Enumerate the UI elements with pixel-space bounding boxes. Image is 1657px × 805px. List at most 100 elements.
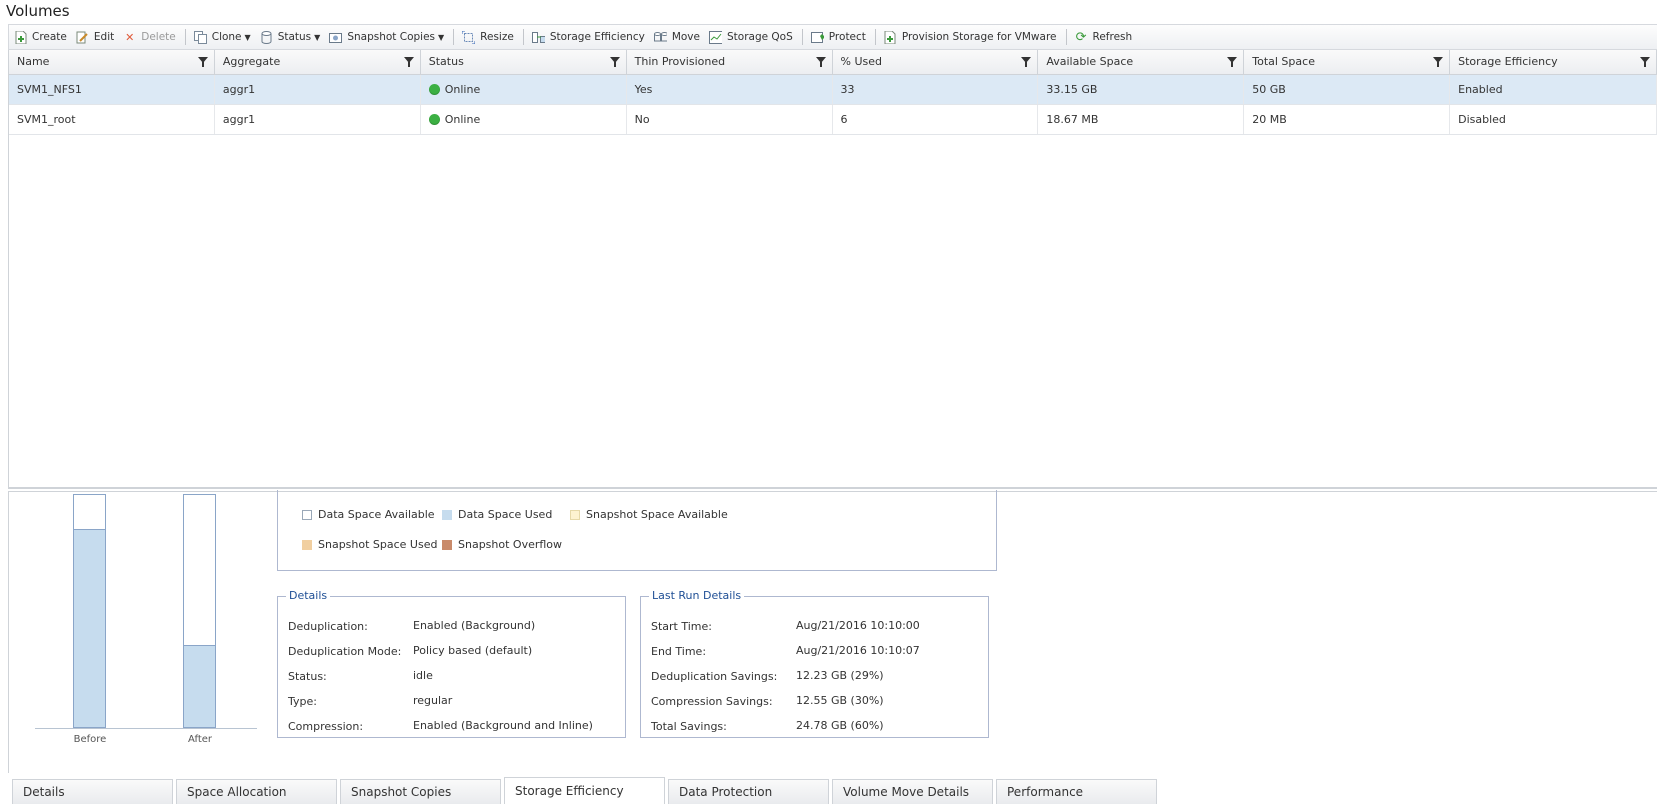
provision-vmware-button[interactable]: Provision Storage for VMware xyxy=(884,27,1057,47)
clone-button[interactable]: Clone ▼ xyxy=(193,27,251,47)
cell-name: SVM1_NFS1 xyxy=(9,75,215,104)
tab-details[interactable]: Details xyxy=(12,779,173,804)
swatch-ssa xyxy=(570,509,580,520)
tab-data-protection[interactable]: Data Protection xyxy=(668,779,829,804)
cell-percent-used: 6 xyxy=(833,105,1039,134)
provision-icon xyxy=(884,30,897,44)
space-legend: Data Space Available Data Space Used Sna… xyxy=(277,490,997,571)
swatch-dsu xyxy=(442,509,452,520)
col-header-thin-provisioned[interactable]: Thin Provisioned xyxy=(627,50,833,74)
cell-total-space: 50 GB xyxy=(1244,75,1451,104)
cell-aggregate: aggr1 xyxy=(215,105,421,134)
swatch-so xyxy=(442,539,452,550)
legend-snapshot-space-used: Snapshot Space Used xyxy=(302,538,437,551)
edit-icon xyxy=(76,31,89,44)
col-header-aggregate[interactable]: Aggregate xyxy=(215,50,421,74)
after-used-fill xyxy=(184,644,215,727)
legend-snapshot-space-available: Snapshot Space Available xyxy=(570,508,728,521)
filter-icon[interactable] xyxy=(197,57,208,67)
refresh-icon: ⟳ xyxy=(1075,29,1087,45)
move-button[interactable]: Move xyxy=(653,27,700,47)
move-icon xyxy=(653,31,667,44)
storage-efficiency-button[interactable]: Storage Efficiency xyxy=(531,27,645,47)
after-label: After xyxy=(187,734,212,745)
cell-storage-efficiency: Enabled xyxy=(1450,75,1657,104)
cell-storage-efficiency: Disabled xyxy=(1450,105,1657,134)
filter-icon[interactable] xyxy=(1021,57,1032,67)
storage-qos-icon xyxy=(709,30,722,44)
create-button[interactable]: Create xyxy=(14,27,67,47)
cell-aggregate: aggr1 xyxy=(215,75,421,104)
swatch-dsa xyxy=(302,509,312,520)
protect-icon xyxy=(810,31,824,44)
filter-icon[interactable] xyxy=(609,57,620,67)
cell-total-space: 20 MB xyxy=(1244,105,1451,134)
toolbar-separator xyxy=(1065,29,1067,45)
online-status-icon xyxy=(428,114,440,125)
storage-efficiency-panel: Before After Data Space Available Data S… xyxy=(8,490,1657,773)
col-header-percent-used[interactable]: % Used xyxy=(833,50,1039,74)
refresh-button[interactable]: ⟳ Refresh xyxy=(1075,27,1133,47)
storage-qos-button[interactable]: Storage QoS xyxy=(709,27,793,47)
chevron-down-icon: ▼ xyxy=(244,32,251,42)
filter-icon[interactable] xyxy=(1227,57,1238,67)
tab-storage-efficiency[interactable]: Storage Efficiency xyxy=(504,777,665,804)
cell-status: Online xyxy=(421,105,627,134)
grid-header: Name Aggregate Status Thin Provisioned %… xyxy=(9,50,1657,75)
volumes-grid: Name Aggregate Status Thin Provisioned %… xyxy=(8,50,1657,489)
online-status-icon xyxy=(428,84,440,95)
storage-efficiency-icon xyxy=(531,31,545,44)
cell-available-space: 18.67 MB xyxy=(1038,105,1245,134)
filter-icon[interactable] xyxy=(1433,57,1444,67)
delete-button[interactable]: ✕ Delete xyxy=(123,27,176,47)
cell-thin-provisioned: No xyxy=(627,105,833,134)
toolbar-separator xyxy=(453,29,455,45)
details-title: Details xyxy=(286,589,331,602)
col-header-available-space[interactable]: Available Space xyxy=(1038,50,1245,74)
col-header-name[interactable]: Name xyxy=(9,50,215,74)
create-icon xyxy=(14,30,27,44)
filter-icon[interactable] xyxy=(403,57,414,67)
toolbar-separator xyxy=(874,29,876,45)
resize-button[interactable]: Resize xyxy=(462,27,514,47)
cell-thin-provisioned: Yes xyxy=(627,75,833,104)
col-header-storage-efficiency[interactable]: Storage Efficiency xyxy=(1450,50,1657,74)
chevron-down-icon: ▼ xyxy=(438,32,445,42)
toolbar: Create Edit ✕ Delete Clone ▼ Status ▼ Snap… xyxy=(8,24,1657,50)
camera-icon xyxy=(329,31,343,44)
legend-data-space-available: Data Space Available xyxy=(302,508,435,521)
filter-icon[interactable] xyxy=(815,57,826,67)
tab-snapshot-copies[interactable]: Snapshot Copies xyxy=(340,779,501,804)
detail-tabs: Details Space Allocation Snapshot Copies… xyxy=(8,775,1657,804)
last-run-fieldset: Last Run Details Start Time: Aug/21/2016… xyxy=(640,589,989,738)
clone-icon xyxy=(193,30,207,44)
tab-performance[interactable]: Performance xyxy=(996,779,1157,804)
tab-space-allocation[interactable]: Space Allocation xyxy=(176,779,337,804)
col-header-status[interactable]: Status xyxy=(421,50,627,74)
swatch-ssu xyxy=(302,539,312,550)
cell-name: SVM1_root xyxy=(9,105,215,134)
chart-baseline xyxy=(35,728,257,729)
last-run-title: Last Run Details xyxy=(649,589,745,602)
cell-percent-used: 33 xyxy=(833,75,1039,104)
toolbar-separator xyxy=(801,29,803,45)
edit-button[interactable]: Edit xyxy=(76,27,114,47)
resize-icon xyxy=(462,30,476,44)
toolbar-separator xyxy=(522,29,524,45)
after-space-bar xyxy=(183,494,216,728)
protect-button[interactable]: Protect xyxy=(810,27,866,47)
snapshot-copies-button[interactable]: Snapshot Copies ▼ xyxy=(329,27,444,47)
before-label: Before xyxy=(73,734,107,745)
table-row[interactable]: SVM1_NFS1 aggr1 Online Yes 33 33.15 GB 5… xyxy=(9,75,1657,105)
cell-status: Online xyxy=(421,75,627,104)
status-button[interactable]: Status ▼ xyxy=(260,27,320,47)
col-header-total-space[interactable]: Total Space xyxy=(1244,50,1451,74)
page-title: Volumes xyxy=(6,2,70,20)
table-row[interactable]: SVM1_root aggr1 Online No 6 18.67 MB 20 … xyxy=(9,105,1657,135)
before-space-bar xyxy=(73,494,106,728)
details-fieldset: Details Deduplication: Enabled (Backgrou… xyxy=(277,589,626,738)
filter-icon[interactable] xyxy=(1640,57,1650,67)
database-icon xyxy=(260,30,273,44)
tab-volume-move-details[interactable]: Volume Move Details xyxy=(832,779,993,804)
cell-available-space: 33.15 GB xyxy=(1038,75,1245,104)
